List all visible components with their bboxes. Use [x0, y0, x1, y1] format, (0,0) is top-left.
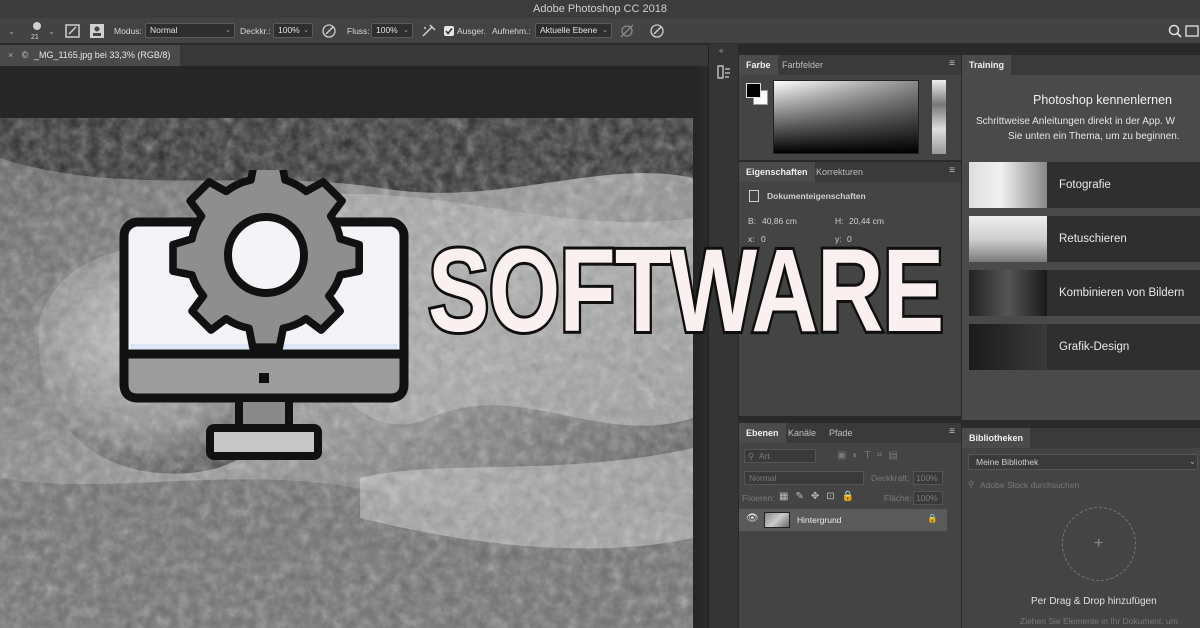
blend-mode-select[interactable]: Normal [744, 471, 864, 485]
layer-filter-value: Art [759, 451, 770, 461]
tab-pfade[interactable]: Pfade [822, 423, 860, 443]
options-bar: 21 ⌄ ⌄ Modus: Normal ⌄ Deckkr.: 100% ⌄ Flu… [0, 18, 1200, 44]
brush-size: 21 [31, 34, 39, 41]
search-icon[interactable] [1166, 22, 1184, 40]
tab-ebenen[interactable]: Ebenen [739, 423, 786, 443]
pressure-size-icon[interactable] [648, 22, 666, 40]
tab-training[interactable]: Training [962, 55, 1012, 75]
libraries-panel: Bibliotheken Meine Bibliothek ⌄ ⚲ Adobe … [962, 428, 1200, 628]
tab-kanaele[interactable]: Kanäle [781, 423, 823, 443]
deckkr-label: Deckkr.: [240, 26, 271, 36]
search-icon: ⚲ [968, 479, 975, 489]
ausger-label: Ausger. [457, 26, 486, 36]
chevron-down-icon[interactable]: ⌄ [8, 23, 15, 39]
layer-filter-select[interactable]: ⚲ Art [744, 449, 816, 463]
tab-korrekturen[interactable]: Korrekturen [809, 162, 870, 182]
tab-eigenschaften[interactable]: Eigenschaften [739, 162, 815, 182]
modus-label: Modus: [114, 26, 142, 36]
tab-bibliotheken[interactable]: Bibliotheken [962, 428, 1031, 448]
panel-menu-icon[interactable]: ≡ [949, 165, 955, 176]
hue-slider[interactable] [932, 80, 946, 154]
color-panel: Farbe Farbfelder ≡ [739, 55, 961, 160]
workspace-icon[interactable] [1184, 22, 1200, 40]
layers-panel: Ebenen Kanäle Pfade ≡ ⚲ Art ▣◐T⌗▤ Normal… [739, 423, 961, 628]
pressure-opacity-icon[interactable] [320, 22, 338, 40]
fluss-label: Fluss: [347, 26, 370, 36]
collapse-icon[interactable]: « [719, 46, 723, 55]
color-field[interactable] [773, 80, 919, 154]
training-thumbnail [969, 270, 1047, 316]
lock-icon: 🔒 [927, 513, 938, 523]
lock-label: Fixieren: [742, 493, 775, 503]
training-item-retuschieren[interactable]: Retuschieren [969, 216, 1200, 262]
training-thumbnail [969, 324, 1047, 370]
fill-input[interactable]: 100% [913, 491, 943, 505]
panel-menu-icon[interactable]: ≡ [949, 58, 955, 69]
training-thumbnail [969, 216, 1047, 262]
add-content-icon[interactable]: + [1062, 507, 1136, 581]
app-title: Adobe Photoshop CC 2018 [533, 3, 667, 15]
section-title: Dokumenteigenschaften [767, 191, 866, 201]
ignore-adjustment-layers-icon[interactable] [618, 22, 636, 40]
history-icon[interactable] [716, 64, 732, 80]
foreground-color-swatch[interactable] [746, 83, 761, 98]
close-icon[interactable]: × [8, 50, 13, 60]
document-title: _MG_1165.jpg bei 33,3% (RGB/8) [33, 50, 171, 60]
eye-icon[interactable]: 👁 [746, 513, 759, 524]
tab-farbe[interactable]: Farbe [739, 55, 778, 75]
overlay-headline: SOFTWARE [426, 225, 947, 357]
layer-row[interactable]: 👁 Hintergrund 🔒 [739, 509, 947, 531]
cloud-doc-icon: © [21, 50, 29, 60]
aufnehm-select[interactable]: Aktuelle Ebene ⌄ [535, 23, 612, 38]
monitor-gear-icon [118, 157, 413, 465]
training-thumbnail [969, 162, 1047, 208]
fill-label: Fläche: [884, 493, 912, 503]
brush-settings-icon[interactable] [64, 22, 82, 40]
training-heading: Photoshop kennenlernen [1033, 93, 1173, 107]
layer-filter-icons[interactable]: ▣◐T⌗▤ [837, 450, 904, 461]
airbrush-icon[interactable] [420, 22, 438, 40]
opacity-input[interactable]: 100% [913, 471, 943, 485]
panel-menu-icon[interactable]: ≡ [949, 426, 955, 437]
modus-select[interactable]: Normal ⌄ [145, 23, 235, 38]
document-tab[interactable]: × © _MG_1165.jpg bei 33,3% (RGB/8) [0, 45, 180, 66]
stock-search-input[interactable]: Adobe Stock durchsuchen [980, 480, 1079, 490]
opacity-label: Deckkraft: [871, 473, 910, 483]
document-icon [749, 190, 759, 202]
training-item-grafik-design[interactable]: Grafik-Design [969, 324, 1200, 370]
clone-source-icon[interactable] [88, 22, 106, 40]
training-subtext-2: Sie unten ein Thema, um zu beginnen. [1008, 131, 1180, 142]
layer-name[interactable]: Hintergrund [797, 515, 841, 525]
search-icon: ⚲ [748, 451, 755, 461]
drop-title: Per Drag & Drop hinzufügen [1031, 596, 1157, 607]
chevron-down-icon[interactable]: ⌄ [48, 23, 55, 39]
training-subtext-1: Schrittweise Anleitungen direkt in der A… [976, 116, 1175, 127]
layer-thumbnail [764, 512, 790, 528]
training-item-fotografie[interactable]: Fotografie [969, 162, 1200, 208]
tab-farbfelder[interactable]: Farbfelder [775, 55, 830, 75]
ausger-checkbox[interactable] [444, 26, 454, 36]
fluss-input[interactable]: 100% ⌄ [371, 23, 413, 38]
drop-text: Ziehen Sie Elemente in Ihr Dokument, um [1020, 616, 1178, 626]
chevron-down-icon: ⌄ [1189, 456, 1197, 466]
lock-icons[interactable]: ▦✎✥⊡🔒 [779, 491, 861, 502]
training-item-kombinieren[interactable]: Kombinieren von Bildern [969, 270, 1200, 316]
deckkr-input[interactable]: 100% ⌄ [273, 23, 313, 38]
library-select[interactable]: Meine Bibliothek ⌄ [968, 454, 1198, 470]
aufnehm-label: Aufnehm.: [492, 26, 531, 36]
title-bar: Adobe Photoshop CC 2018 [0, 0, 1200, 18]
